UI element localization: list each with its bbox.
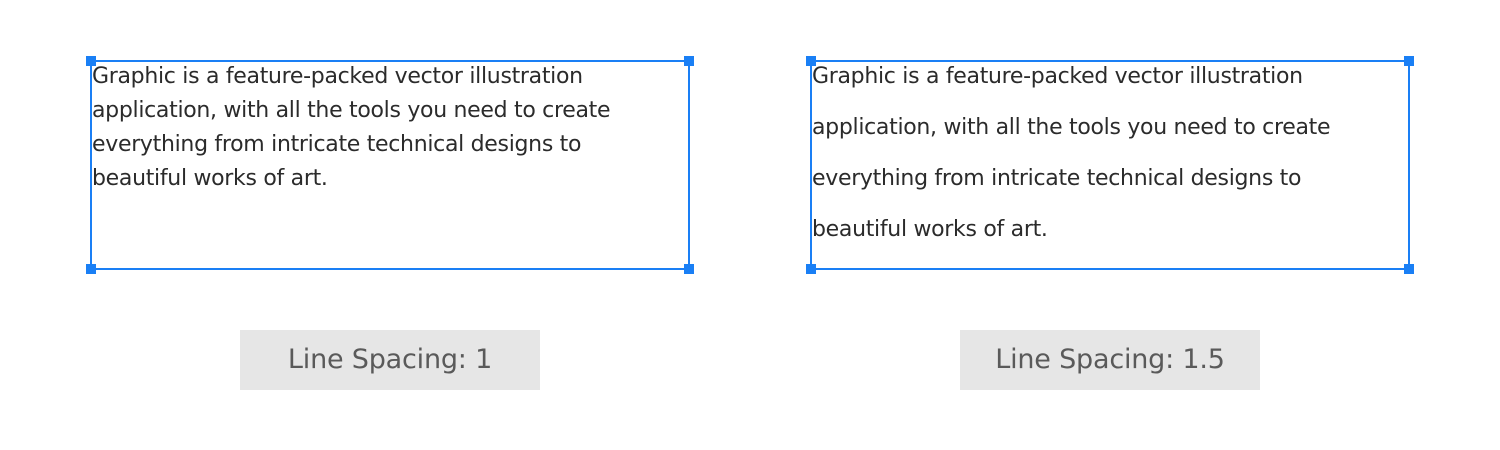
- text-line: beautiful works of art.: [92, 166, 328, 191]
- text-line: everything from intricate technical desi…: [92, 132, 582, 157]
- text-line: beautiful works of art.: [812, 217, 1048, 242]
- text-frame[interactable]: Graphic is a feature-packed vector illus…: [86, 56, 694, 274]
- line-spacing-caption: Line Spacing: 1.5: [960, 330, 1260, 390]
- example-line-spacing-1: Graphic is a feature-packed vector illus…: [0, 0, 720, 450]
- resize-handle-bottom-left[interactable]: [86, 264, 96, 274]
- text-frame-content: Graphic is a feature-packed vector illus…: [92, 60, 652, 196]
- resize-handle-bottom-right[interactable]: [684, 264, 694, 274]
- text-frame-content: Graphic is a feature-packed vector illus…: [812, 51, 1372, 255]
- resize-handle-top-right[interactable]: [1404, 56, 1414, 66]
- resize-handle-bottom-left[interactable]: [806, 264, 816, 274]
- text-frame[interactable]: Graphic is a feature-packed vector illus…: [806, 56, 1414, 274]
- text-line: everything from intricate technical desi…: [812, 166, 1302, 191]
- resize-handle-bottom-right[interactable]: [1404, 264, 1414, 274]
- text-line: Graphic is a feature-packed vector illus…: [812, 64, 1303, 89]
- line-spacing-caption: Line Spacing: 1: [240, 330, 540, 390]
- text-line: Graphic is a feature-packed vector illus…: [92, 64, 583, 89]
- text-line: application, with all the tools you need…: [92, 98, 611, 123]
- example-line-spacing-1-5: Graphic is a feature-packed vector illus…: [720, 0, 1440, 450]
- text-line: application, with all the tools you need…: [812, 115, 1331, 140]
- resize-handle-top-right[interactable]: [684, 56, 694, 66]
